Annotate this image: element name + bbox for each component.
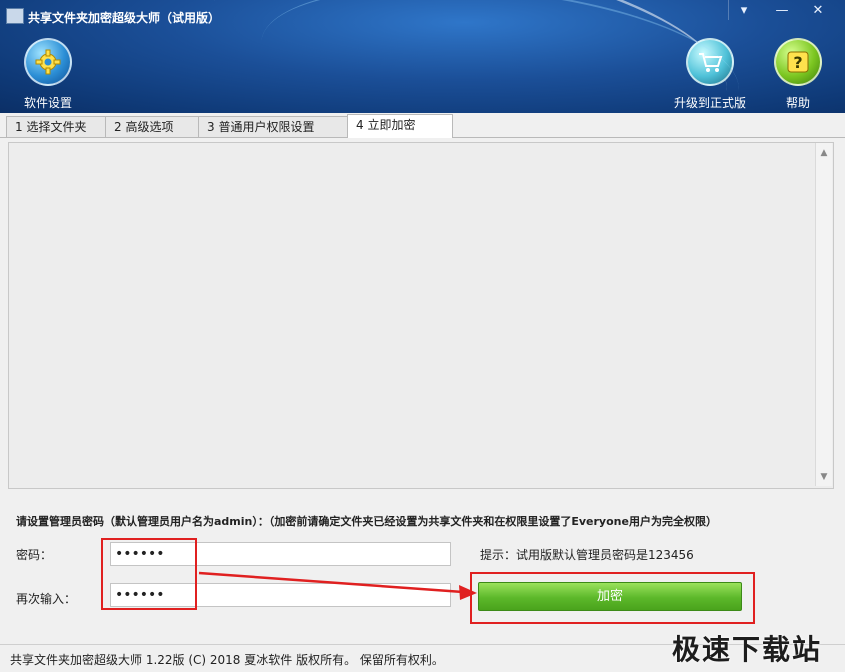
password-label: 密码：: [16, 548, 53, 562]
password-instruction: 请设置管理员密码（默认管理员用户名为admin）：（加密前请确定文件夹已经设置为…: [16, 515, 717, 528]
vertical-scrollbar[interactable]: ▲ ▼: [815, 143, 832, 486]
tab-user-permissions[interactable]: 3 普通用户权限设置: [198, 116, 348, 137]
annotation-arrow-icon: [198, 571, 477, 600]
help-button[interactable]: ? 帮助: [772, 38, 824, 111]
gear-icon: [24, 38, 72, 86]
svg-text:?: ?: [793, 53, 802, 72]
shopping-cart-icon: [686, 38, 734, 86]
settings-label: 软件设置: [23, 96, 72, 110]
password-highlight-box: [101, 538, 197, 610]
status-copyright-text: 共享文件夹加密超级大师 1.22版 (C) 2018 夏冰软件 版权所有。 保留…: [10, 653, 444, 667]
button-highlight-box: [470, 572, 755, 624]
close-button[interactable]: ✕: [804, 2, 832, 20]
scroll-up-arrow-icon[interactable]: ▲: [816, 145, 832, 161]
help-label: 帮助: [785, 96, 810, 110]
header-banner: 共享文件夹加密超级大师（试用版） ▾ — ✕ 软件设置 升级到正式版 ? 帮助: [0, 0, 845, 113]
scroll-down-arrow-icon[interactable]: ▼: [816, 469, 832, 485]
app-icon: [6, 8, 24, 24]
window-title: 共享文件夹加密超级大师（试用版）: [28, 11, 221, 25]
tab-encrypt-now[interactable]: 4 立即加密: [347, 114, 453, 138]
upgrade-button[interactable]: 升级到正式版: [670, 38, 750, 111]
tab-advanced-options[interactable]: 2 高级选项: [105, 116, 199, 137]
settings-button[interactable]: 软件设置: [18, 38, 78, 111]
folder-list-panel: [8, 142, 834, 489]
help-question-icon: ?: [774, 38, 822, 86]
minimize-button[interactable]: —: [768, 2, 796, 20]
confirm-password-label: 再次输入：: [16, 592, 77, 606]
default-password-hint: 提示：试用版默认管理员密码是123456: [480, 548, 694, 562]
menu-dropdown-button[interactable]: ▾: [730, 2, 758, 20]
upgrade-label: 升级到正式版: [673, 96, 746, 110]
watermark-text: 极速下载站: [672, 633, 823, 666]
tab-select-folder[interactable]: 1 选择文件夹: [6, 116, 106, 137]
